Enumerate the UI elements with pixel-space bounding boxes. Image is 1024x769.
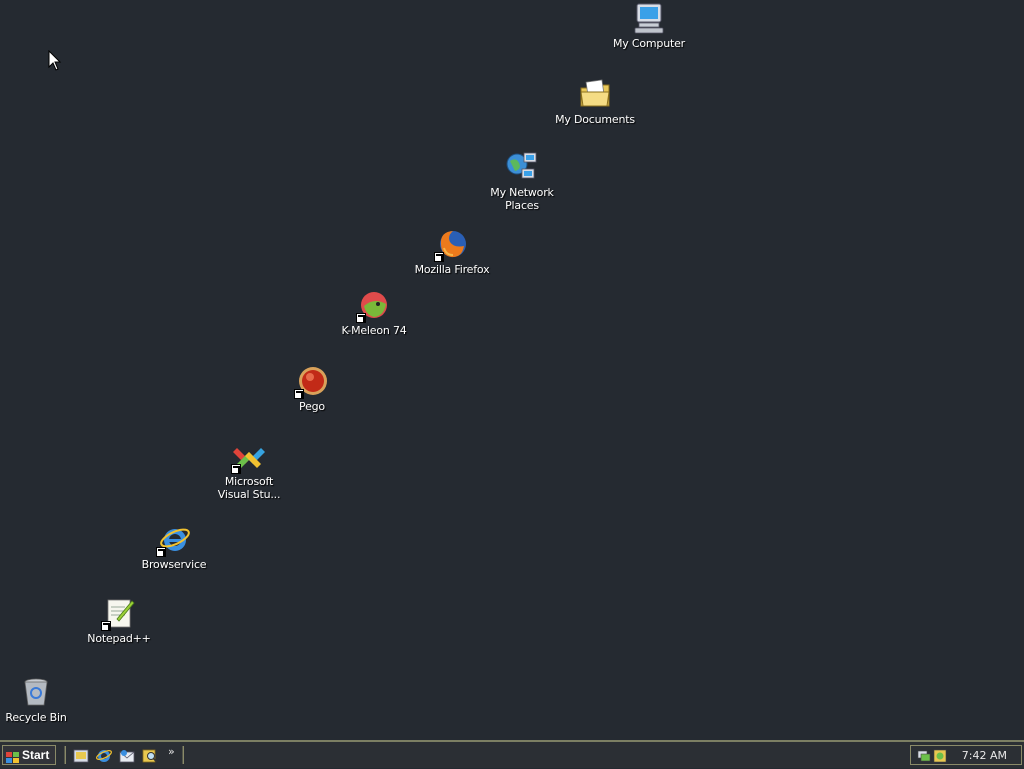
pego-icon — [294, 365, 328, 399]
label-my-network-places-1: My Network — [490, 186, 554, 199]
start-button[interactable]: Start — [2, 745, 56, 765]
desktop-icon-recycle-bin[interactable]: Recycle Bin — [0, 676, 81, 724]
shortcut-arrow-icon — [101, 621, 111, 631]
my-documents-icon — [579, 78, 611, 110]
shortcut-arrow-icon — [356, 313, 366, 323]
update-tray-icon[interactable] — [933, 748, 947, 763]
windows-logo-icon — [6, 749, 19, 763]
label-pego: Pego — [299, 400, 325, 413]
shortcut-arrow-icon — [156, 547, 166, 557]
label-recycle-bin: Recycle Bin — [5, 711, 67, 724]
shortcut-arrow-icon — [294, 389, 304, 399]
notepad-pp-icon — [101, 597, 135, 631]
label-my-computer: My Computer — [613, 37, 685, 50]
start-label: Start — [22, 748, 50, 762]
taskbar-separator — [182, 746, 184, 764]
visual-studio-icon — [231, 440, 265, 474]
k-meleon-icon — [356, 289, 390, 323]
recycle-bin-icon — [20, 676, 52, 708]
taskbar: Start » 7:42 AM — [0, 740, 1024, 768]
mouse-cursor-icon — [48, 50, 62, 71]
label-notepad-pp: Notepad++ — [87, 632, 151, 645]
label-k-meleon: K-Meleon 74 — [341, 324, 407, 337]
label-ms-visual-studio-1: Microsoft — [224, 475, 274, 488]
network-places-icon — [506, 151, 538, 183]
desktop-icon-ms-visual-studio[interactable]: Microsoft Visual Stu... — [204, 440, 294, 501]
shortcut-arrow-icon — [231, 464, 241, 474]
firefox-icon — [434, 228, 468, 262]
taskbar-separator — [64, 746, 66, 764]
show-desktop-icon[interactable] — [72, 747, 90, 765]
label-my-documents: My Documents — [555, 113, 635, 126]
system-tray: 7:42 AM — [910, 745, 1022, 765]
desktop-icon-browservice[interactable]: Browservice — [129, 523, 219, 571]
desktop[interactable]: My Computer My Documents My Network Plac… — [0, 0, 1024, 740]
internet-explorer-icon — [156, 523, 190, 557]
label-my-network-places-2: Places — [505, 199, 539, 212]
shortcut-arrow-icon — [434, 252, 444, 262]
desktop-icon-my-documents[interactable]: My Documents — [550, 78, 640, 126]
desktop-icon-mozilla-firefox[interactable]: Mozilla Firefox — [407, 228, 497, 276]
network-tray-icon[interactable] — [917, 748, 931, 762]
desktop-icon-k-meleon[interactable]: K-Meleon 74 — [329, 289, 419, 337]
internet-explorer-icon[interactable] — [95, 747, 113, 765]
search-icon[interactable] — [141, 747, 159, 765]
quick-launch-overflow-button[interactable]: » — [168, 745, 175, 758]
label-browservice: Browservice — [141, 558, 207, 571]
desktop-icon-notepad-pp[interactable]: Notepad++ — [74, 597, 164, 645]
desktop-icon-my-network-places[interactable]: My Network Places — [477, 151, 567, 212]
desktop-icon-my-computer[interactable]: My Computer — [604, 2, 694, 50]
outlook-express-icon[interactable] — [118, 747, 136, 765]
label-mozilla-firefox: Mozilla Firefox — [414, 263, 490, 276]
tray-clock[interactable]: 7:42 AM — [962, 749, 1007, 762]
desktop-icon-pego[interactable]: Pego — [267, 365, 357, 413]
my-computer-icon — [633, 2, 665, 34]
label-ms-visual-studio-2: Visual Stu... — [217, 488, 281, 501]
